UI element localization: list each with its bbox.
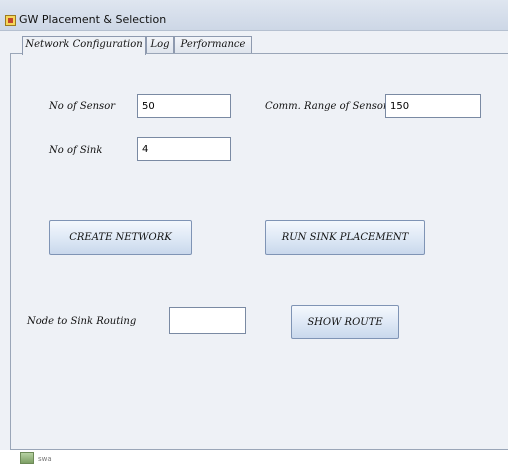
- show-route-button[interactable]: SHOW ROUTE: [291, 305, 399, 339]
- window-title: GW Placement & Selection: [19, 13, 167, 26]
- comm-range-label: Comm. Range of Sensor: [265, 101, 388, 112]
- tab-log[interactable]: Log: [146, 36, 174, 54]
- no-of-sink-input[interactable]: [137, 137, 231, 161]
- no-of-sink-label: No of Sink: [49, 145, 103, 156]
- tab-performance[interactable]: Performance: [174, 36, 252, 54]
- create-network-button[interactable]: CREATE NETWORK: [49, 220, 192, 255]
- no-of-sensor-label: No of Sensor: [49, 101, 115, 112]
- file-icon: [20, 452, 34, 464]
- title-bar: GW Placement & Selection: [0, 0, 508, 31]
- network-configuration-panel: No of Sensor Comm. Range of Sensor No of…: [10, 53, 508, 450]
- tab-network-configuration[interactable]: Network Configuration: [22, 36, 146, 55]
- no-of-sensor-input[interactable]: [137, 94, 231, 118]
- comm-range-input[interactable]: [385, 94, 481, 118]
- run-sink-placement-button[interactable]: RUN SINK PLACEMENT: [265, 220, 425, 255]
- app-window: GW Placement & Selection Network Configu…: [0, 0, 508, 450]
- node-to-sink-routing-input[interactable]: [169, 307, 246, 334]
- node-to-sink-routing-label: Node to Sink Routing: [27, 316, 137, 327]
- taskbar-label: swa: [38, 455, 52, 463]
- java-cup-icon: [5, 15, 16, 26]
